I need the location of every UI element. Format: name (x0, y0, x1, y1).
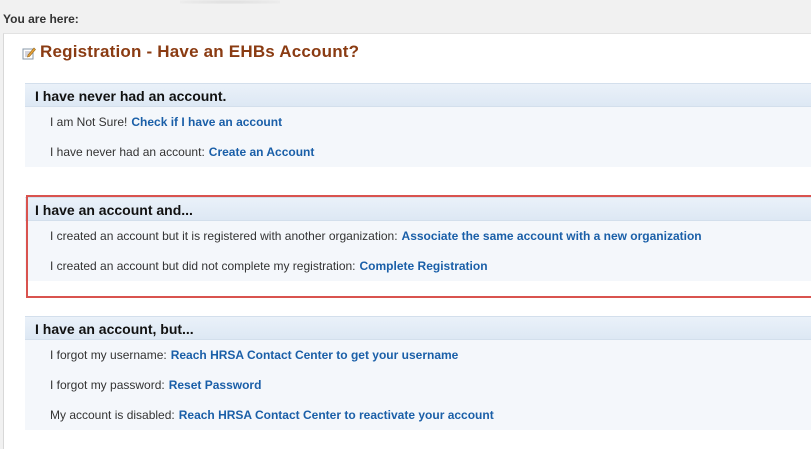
section-have-account-and: I have an account and... I created an ac… (25, 197, 811, 281)
section-body: I forgot my username: Reach HRSA Contact… (25, 340, 811, 430)
row-label: I created an account but did not complet… (50, 259, 356, 273)
page-title-text: Registration - Have an EHBs Account? (40, 42, 360, 61)
list-item: I forgot my password: Reset Password (25, 370, 811, 400)
row-label: I forgot my username: (50, 348, 167, 362)
list-item: I have never had an account: Create an A… (25, 137, 811, 167)
row-label: I have never had an account: (50, 145, 205, 159)
reactivate-account-link[interactable]: Reach HRSA Contact Center to reactivate … (179, 408, 494, 422)
section-header: I have an account, but... (25, 316, 811, 340)
section-have-account-but: I have an account, but... I forgot my us… (25, 316, 811, 430)
list-item: My account is disabled: Reach HRSA Conta… (25, 400, 811, 430)
create-account-link[interactable]: Create an Account (209, 145, 315, 159)
associate-account-link[interactable]: Associate the same account with a new or… (402, 229, 702, 243)
reset-password-link[interactable]: Reset Password (169, 378, 262, 392)
row-label: My account is disabled: (50, 408, 175, 422)
section-never-had-account: I have never had an account. I am Not Su… (25, 83, 811, 167)
row-label: I am Not Sure! (50, 115, 128, 129)
section-header: I have an account and... (25, 197, 811, 221)
section-body: I am Not Sure! Check if I have an accoun… (25, 107, 811, 167)
check-account-link[interactable]: Check if I have an account (131, 115, 282, 129)
list-item: I created an account but did not complet… (25, 251, 811, 281)
breadcrumb: You are here: (3, 12, 79, 26)
list-item: I forgot my username: Reach HRSA Contact… (25, 340, 811, 370)
row-label: I created an account but it is registere… (50, 229, 398, 243)
section-body: I created an account but it is registere… (25, 221, 811, 281)
edit-icon (22, 45, 36, 60)
complete-registration-link[interactable]: Complete Registration (360, 259, 488, 273)
top-shadow (180, 0, 280, 4)
page-title: Registration - Have an EHBs Account? (22, 42, 359, 62)
list-item: I am Not Sure! Check if I have an accoun… (25, 107, 811, 137)
get-username-link[interactable]: Reach HRSA Contact Center to get your us… (171, 348, 459, 362)
list-item: I created an account but it is registere… (25, 221, 811, 251)
row-label: I forgot my password: (50, 378, 165, 392)
section-header: I have never had an account. (25, 83, 811, 107)
